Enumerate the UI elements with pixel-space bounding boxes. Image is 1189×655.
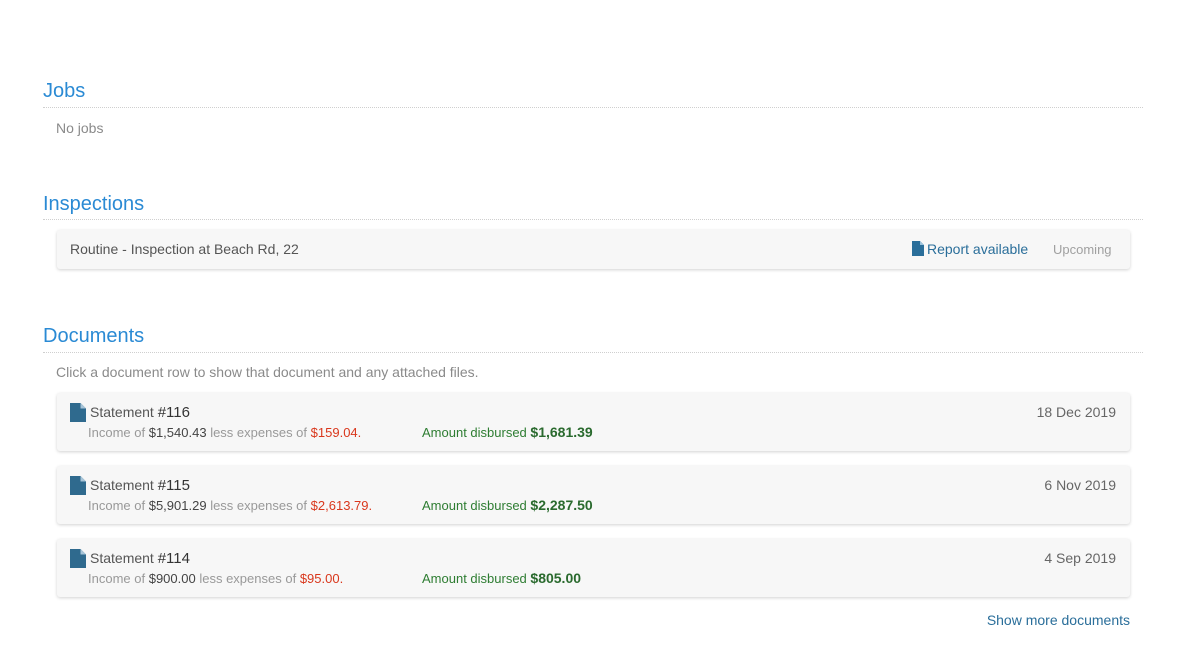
document-summary: Income of $900.00 less expenses of $95.0… [88, 571, 344, 586]
expenses-amount: $95.00 [299, 571, 340, 586]
document-title: Statement #115 [90, 477, 190, 494]
document-date: 18 Dec 2019 [1036, 404, 1116, 420]
inspection-title: Routine - Inspection at Beach Rd, 22 [70, 241, 299, 257]
document-title: Statement #116 [90, 404, 190, 421]
jobs-divider [43, 107, 1143, 108]
documents-divider [43, 352, 1143, 353]
inspections-divider [43, 219, 1143, 220]
expenses-amount: $159.04 [310, 425, 358, 440]
inspection-row[interactable]: Routine - Inspection at Beach Rd, 22 Rep… [57, 230, 1130, 269]
document-title: Statement #114 [90, 550, 190, 567]
document-row[interactable]: Statement #116 18 Dec 2019 Income of $1,… [57, 393, 1130, 451]
show-more-documents-link[interactable]: Show more documents [987, 612, 1130, 628]
inspections-heading: Inspections [43, 193, 145, 215]
income-amount: $5,901.29 [148, 498, 207, 513]
report-available-label: Report available [927, 241, 1029, 257]
disbursed-value: $2,287.50 [530, 497, 593, 513]
document-number: #116 [157, 404, 190, 421]
document-number: #114 [157, 550, 190, 567]
inspection-status: Upcoming [1053, 242, 1112, 257]
document-icon [70, 403, 86, 422]
jobs-heading: Jobs [43, 80, 86, 102]
income-amount: $900.00 [148, 571, 196, 586]
document-summary: Income of $5,901.29 less expenses of $2,… [88, 498, 373, 513]
amount-disbursed: Amount disbursed $805.00 [422, 570, 582, 586]
amount-disbursed: Amount disbursed $1,681.39 [422, 424, 593, 440]
document-date: 6 Nov 2019 [1044, 477, 1116, 493]
document-row[interactable]: Statement #114 4 Sep 2019 Income of $900… [57, 539, 1130, 597]
disbursed-value: $1,681.39 [530, 424, 593, 440]
jobs-empty-text: No jobs [56, 120, 104, 136]
document-row[interactable]: Statement #115 6 Nov 2019 Income of $5,9… [57, 466, 1130, 524]
document-icon [70, 549, 86, 568]
expenses-amount: $2,613.79 [310, 498, 369, 513]
document-number: #115 [157, 477, 190, 494]
documents-hint: Click a document row to show that docume… [56, 364, 479, 380]
documents-heading: Documents [43, 325, 145, 347]
document-icon [70, 476, 86, 495]
disbursed-value: $805.00 [530, 570, 582, 586]
document-icon [912, 241, 924, 256]
income-amount: $1,540.43 [148, 425, 207, 440]
amount-disbursed: Amount disbursed $2,287.50 [422, 497, 593, 513]
document-summary: Income of $1,540.43 less expenses of $15… [88, 425, 362, 440]
report-available-link[interactable]: Report available [912, 241, 1028, 257]
document-date: 4 Sep 2019 [1044, 550, 1116, 566]
